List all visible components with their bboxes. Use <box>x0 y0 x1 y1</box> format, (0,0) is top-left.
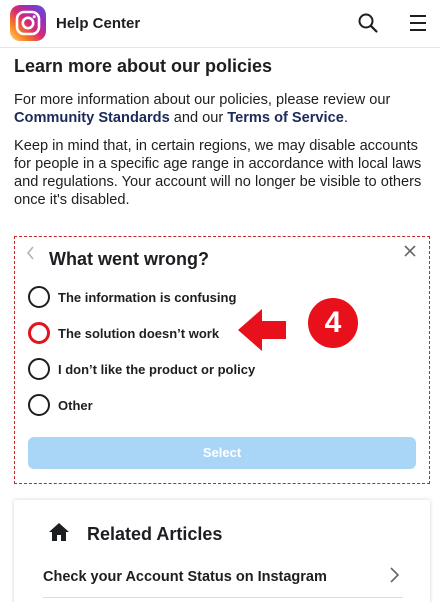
related-article-item[interactable]: Check your Account Status on Instagram <box>43 566 403 596</box>
option-label: I don’t like the product or policy <box>58 362 256 377</box>
related-articles-title: Related Articles <box>87 524 223 544</box>
feedback-survey: What went wrong? The information is conf… <box>14 236 430 484</box>
age-restriction-paragraph: Keep in mind that, in certain regions, w… <box>14 138 422 208</box>
option-label: The solution doesn’t work <box>58 326 220 341</box>
terms-of-service-link[interactable]: Terms of Service <box>227 110 344 126</box>
survey-option-other[interactable]: Other <box>28 394 348 418</box>
radio-button[interactable] <box>28 394 50 416</box>
back-chevron-icon[interactable] <box>25 245 37 261</box>
home-icon <box>49 523 69 541</box>
radio-button[interactable] <box>28 358 50 380</box>
instagram-logo-icon[interactable] <box>10 5 46 41</box>
survey-option-dislike-product[interactable]: I don’t like the product or policy <box>28 358 348 382</box>
survey-option-confusing[interactable]: The information is confusing <box>28 286 348 310</box>
top-bar: Help Center <box>0 0 440 48</box>
close-icon[interactable] <box>403 244 417 258</box>
page-heading: Learn more about our policies <box>14 56 273 76</box>
survey-option-solution-doesnt-work[interactable]: The solution doesn’t work <box>28 322 348 346</box>
chevron-right-icon <box>390 567 400 583</box>
community-standards-link[interactable]: Community Standards <box>14 110 170 126</box>
article-label: Check your Account Status on Instagram <box>43 569 327 585</box>
step-number-badge: 4 <box>308 298 358 348</box>
radio-button[interactable] <box>28 286 50 308</box>
divider <box>43 597 403 598</box>
policy-text-before: For more information about our policies,… <box>14 92 391 108</box>
app-title: Help Center <box>56 15 141 32</box>
policy-text-after: . <box>343 110 348 126</box>
select-button[interactable]: Select <box>28 437 416 469</box>
related-articles-card: Related Articles Check your Account Stat… <box>14 500 430 602</box>
policy-paragraph: For more information about our policies,… <box>14 91 424 127</box>
radio-button-highlighted[interactable] <box>28 322 50 344</box>
search-icon[interactable] <box>357 12 379 34</box>
annotation-arrow-icon <box>238 309 286 351</box>
option-label: The information is confusing <box>58 290 237 305</box>
survey-title: What went wrong? <box>49 249 209 269</box>
policy-text-middle: and our <box>169 110 228 126</box>
option-label: Other <box>58 398 93 413</box>
menu-icon[interactable] <box>408 13 428 33</box>
